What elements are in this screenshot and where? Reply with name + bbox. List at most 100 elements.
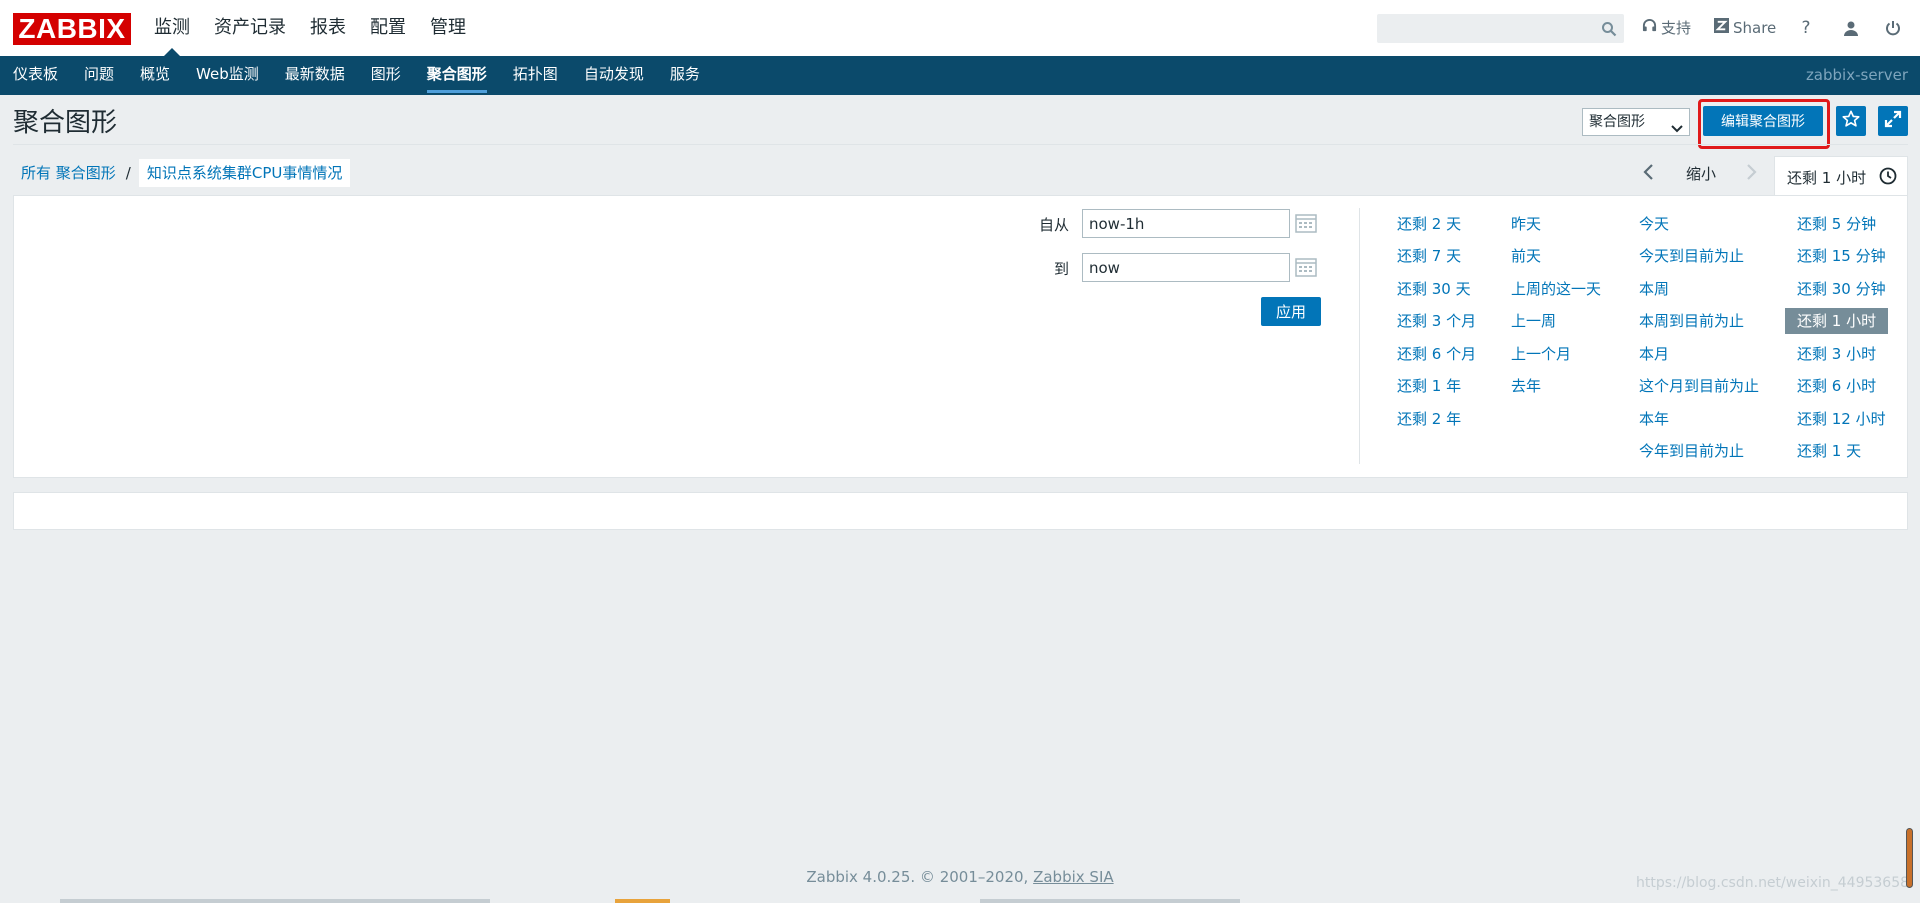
tab-configuration[interactable]: 配置: [358, 0, 418, 56]
sub-menu: 仪表板 问题 概览 Web监测 最新数据 图形 聚合图形 拓扑图 自动发现 服务…: [0, 56, 1920, 95]
quick-range-link[interactable]: 昨天: [1511, 214, 1541, 234]
headset-icon: [1642, 18, 1657, 38]
quick-range-link[interactable]: 今天到目前为止: [1639, 246, 1744, 266]
scroll-indicator[interactable]: [1906, 828, 1913, 888]
support-link[interactable]: 支持: [1642, 18, 1691, 38]
calendar-icon[interactable]: [1295, 212, 1319, 236]
quick-range-link-selected[interactable]: 还剩 1 小时: [1785, 308, 1889, 334]
chevron-down-icon: [1671, 117, 1683, 143]
quick-range-link[interactable]: 还剩 3 个月: [1397, 311, 1476, 331]
share-label: Share: [1733, 19, 1777, 37]
zoom-out-button[interactable]: 缩小: [1686, 163, 1716, 184]
quick-range-link[interactable]: 还剩 6 小时: [1797, 376, 1876, 396]
quick-range-link[interactable]: 前天: [1511, 246, 1541, 266]
clock-icon: [1879, 167, 1897, 189]
breadcrumb-separator: /: [125, 164, 131, 182]
title-divider: [13, 144, 1908, 145]
quick-range-link[interactable]: 还剩 3 小时: [1797, 344, 1876, 364]
quick-range-link[interactable]: 还剩 1 天: [1797, 441, 1861, 461]
quick-range-link[interactable]: 还剩 12 小时: [1797, 409, 1886, 429]
zabbix-logo[interactable]: ZABBIX: [13, 13, 131, 45]
time-period-tab[interactable]: 还剩 1 小时: [1774, 156, 1908, 196]
quick-range-link[interactable]: 还剩 7 天: [1397, 246, 1461, 266]
share-link[interactable]: Share: [1714, 18, 1776, 38]
edit-screen-button[interactable]: 编辑聚合图形: [1703, 106, 1823, 136]
subnav-item-discovery[interactable]: 自动发现: [571, 56, 657, 95]
sign-out-icon[interactable]: [1882, 17, 1904, 39]
quick-range-link[interactable]: 本周: [1639, 279, 1669, 299]
to-label: 到: [1054, 260, 1070, 278]
subnav-item-web[interactable]: Web监测: [183, 56, 272, 95]
quick-range-link[interactable]: 上一周: [1511, 311, 1556, 331]
quick-range-link[interactable]: 去年: [1511, 376, 1541, 396]
screen-content-area: [13, 492, 1908, 530]
from-input[interactable]: [1082, 209, 1290, 238]
quick-range-link[interactable]: 今年到目前为止: [1639, 441, 1744, 461]
top-header: ZABBIX 监测 资产记录 报表 配置 管理 支持 Share ?: [0, 0, 1920, 56]
fullscreen-icon: [1884, 110, 1902, 132]
time-filter-panel: 自从 到 应用 还剩 2 天 还剩 7 天 还剩 30 天 还剩 3 个月 还剩…: [13, 195, 1908, 478]
time-forward-button[interactable]: [1742, 162, 1762, 186]
screen-type-select[interactable]: 聚合图形: [1582, 108, 1690, 136]
subnav-item-latest-data[interactable]: 最新数据: [272, 56, 358, 95]
apply-button[interactable]: 应用: [1261, 297, 1321, 326]
tab-administration[interactable]: 管理: [418, 0, 478, 56]
subnav-item-problems[interactable]: 问题: [71, 56, 127, 95]
star-icon: [1842, 110, 1860, 132]
fullscreen-button[interactable]: [1878, 106, 1908, 136]
quick-range-link[interactable]: 今天: [1639, 214, 1669, 234]
quick-range-link[interactable]: 本年: [1639, 409, 1669, 429]
quick-range-link[interactable]: 本月: [1639, 344, 1669, 364]
calendar-icon[interactable]: [1295, 256, 1319, 280]
tab-reports[interactable]: 报表: [298, 0, 358, 56]
search-box: [1377, 14, 1624, 43]
quick-range-link[interactable]: 本周到目前为止: [1639, 311, 1744, 331]
quick-range-link[interactable]: 还剩 5 分钟: [1797, 214, 1876, 234]
user-profile-icon[interactable]: [1840, 17, 1862, 39]
taskbar-segment: [615, 899, 670, 903]
search-input[interactable]: [1382, 17, 1586, 42]
breadcrumb: 所有 聚合图形 / 知识点系统集群CPU事情情况: [13, 159, 351, 187]
to-input[interactable]: [1082, 253, 1290, 282]
help-icon[interactable]: ?: [1795, 17, 1817, 39]
tab-monitoring[interactable]: 监测: [142, 0, 202, 56]
taskbar-segment: [980, 899, 1240, 903]
subnav-item-screens[interactable]: 聚合图形: [414, 56, 500, 95]
quick-range-link[interactable]: 上一个月: [1511, 344, 1571, 364]
select-value: 聚合图形: [1589, 114, 1645, 130]
footer: Zabbix 4.0.25. © 2001–2020, Zabbix SIA: [0, 868, 1920, 886]
support-label: 支持: [1661, 19, 1692, 37]
time-back-button[interactable]: [1638, 162, 1658, 186]
breadcrumb-all-screens[interactable]: 所有 聚合图形: [13, 159, 124, 187]
breadcrumb-current-screen[interactable]: 知识点系统集群CPU事情情况: [138, 159, 351, 187]
time-period-label: 还剩 1 小时: [1787, 169, 1867, 187]
share-z-icon: [1714, 18, 1729, 38]
subnav-item-dashboard[interactable]: 仪表板: [0, 56, 71, 95]
server-name: zabbix-server: [1805, 66, 1908, 84]
quick-range-link[interactable]: 这个月到目前为止: [1639, 376, 1759, 396]
chevron-left-icon: [1642, 163, 1654, 185]
chevron-right-icon: [1746, 163, 1758, 185]
quick-range-link[interactable]: 还剩 30 天: [1397, 279, 1471, 299]
subnav-item-services[interactable]: 服务: [657, 56, 713, 95]
quick-range-link[interactable]: 还剩 30 分钟: [1797, 279, 1886, 299]
subnav-item-maps[interactable]: 拓扑图: [500, 56, 571, 95]
subnav-item-graphs[interactable]: 图形: [358, 56, 414, 95]
quick-range-link[interactable]: 还剩 2 年: [1397, 409, 1461, 429]
quick-range-link[interactable]: 上周的这一天: [1511, 279, 1601, 299]
watermark: https://blog.csdn.net/weixin_44953658: [1636, 875, 1910, 891]
subnav-item-overview[interactable]: 概览: [127, 56, 183, 95]
quick-range-link[interactable]: 还剩 6 个月: [1397, 344, 1476, 364]
taskbar-segment: [60, 899, 490, 903]
tab-inventory[interactable]: 资产记录: [202, 0, 298, 56]
main-menu: 监测 资产记录 报表 配置 管理: [142, 0, 478, 56]
quick-range-link[interactable]: 还剩 1 年: [1397, 376, 1461, 396]
filter-divider: [1359, 208, 1360, 464]
page-title: 聚合图形: [13, 108, 118, 138]
footer-vendor-link[interactable]: Zabbix SIA: [1033, 868, 1114, 886]
search-icon[interactable]: [1601, 21, 1617, 41]
favourite-star-button[interactable]: [1836, 106, 1866, 136]
from-label: 自从: [1039, 216, 1070, 234]
quick-range-link[interactable]: 还剩 15 分钟: [1797, 246, 1886, 266]
quick-range-link[interactable]: 还剩 2 天: [1397, 214, 1461, 234]
